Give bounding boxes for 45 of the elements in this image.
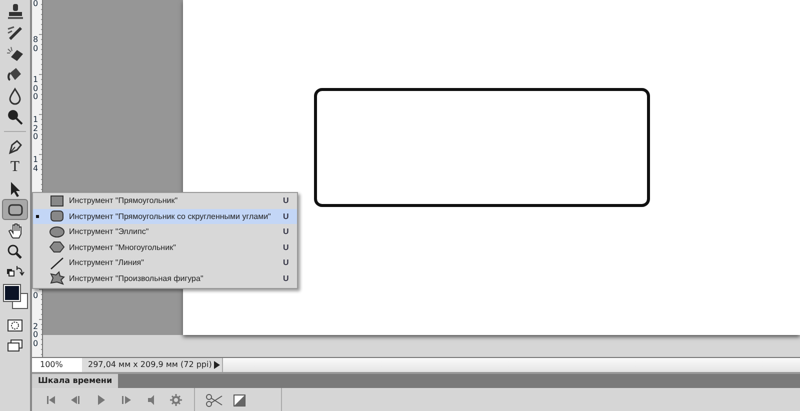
menu-item[interactable]: Инструмент "Прямоугольник" U: [33, 193, 297, 208]
polygon-icon: [48, 240, 66, 254]
menu-item-label: Инструмент "Линия": [69, 258, 145, 268]
menu-item[interactable]: Инструмент "Произвольная фигура" U: [33, 270, 297, 286]
shortcut-key: U: [283, 227, 297, 236]
ruler-number: 0: [32, 0, 41, 30]
ruler-number: 120: [32, 116, 41, 150]
menu-item-label: Инструмент "Многоугольник": [69, 242, 177, 252]
selected-bullet-icon: [36, 214, 39, 218]
ellipse-icon: [48, 224, 66, 239]
scissors-icon: [204, 393, 222, 407]
document-size-info: 297,04 мм x 209,9 мм (72 ppi): [82, 358, 212, 372]
type-tool-button[interactable]: T: [2, 157, 28, 178]
menu-item[interactable]: Инструмент "Линия" U: [33, 255, 297, 270]
transition-icon: [232, 393, 246, 407]
menu-item-label: Инструмент "Прямоугольник со скругленными углами": [69, 212, 272, 221]
gear-icon: [168, 393, 182, 407]
shortcut-key: U: [283, 242, 297, 252]
rounded-rectangle-icon: [48, 209, 66, 224]
blob-shape-icon: [48, 271, 66, 286]
status-menu-button[interactable]: [212, 358, 222, 372]
stamp-icon: [5, 2, 25, 22]
menu-item-label: Инструмент "Прямоугольник": [69, 196, 179, 206]
menu-item[interactable]: Инструмент "Эллипс" U: [33, 224, 297, 240]
horizontal-scrollbar[interactable]: [222, 358, 800, 372]
timeline-tab[interactable]: Шкала времени: [32, 374, 118, 388]
zoom-field[interactable]: 100%: [32, 358, 82, 372]
ruler-number: 0: [32, 292, 41, 318]
menu-item[interactable]: Инструмент "Многоугольник" U: [33, 240, 297, 255]
menu-item-label: Инструмент "Произвольная фигура": [69, 274, 204, 283]
ruler-number: 100: [32, 76, 41, 110]
foreground-color-swatch[interactable]: [4, 285, 20, 301]
shortcut-key: U: [283, 212, 297, 221]
shortcut-key: U: [283, 258, 297, 268]
shortcut-key: U: [283, 274, 297, 283]
menu-item-label: Инструмент "Эллипс": [69, 227, 150, 236]
rounded-rectangle-tool-button[interactable]: [2, 199, 28, 220]
shortcut-key: U: [283, 196, 297, 206]
rectangle-icon: [48, 194, 66, 208]
previous-frame-icon: [68, 393, 82, 407]
menu-item[interactable]: Инструмент "Прямоугольник со скругленными углами" U: [33, 208, 297, 224]
ruler-number: 14: [32, 156, 41, 190]
ruler-number: 80: [32, 36, 41, 70]
ruler-number: 200: [32, 323, 41, 357]
line-icon: [48, 256, 66, 270]
